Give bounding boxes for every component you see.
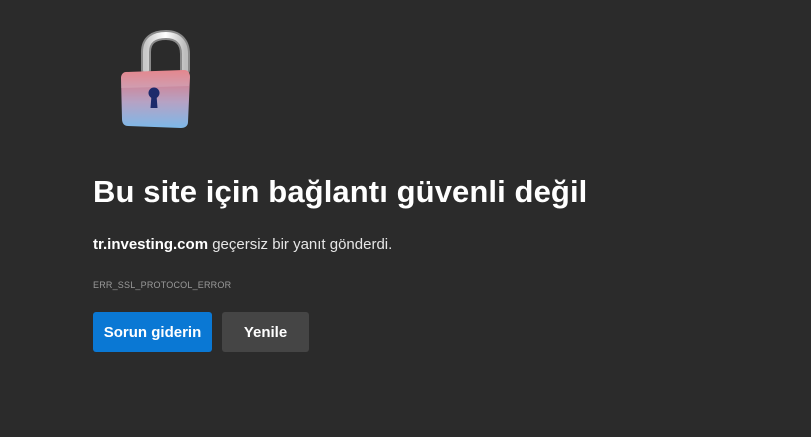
error-description: tr.investing.com geçersiz bir yanıt gönd… xyxy=(93,236,392,253)
error-page: Bu site için bağlantı güvenli değil tr.i… xyxy=(0,0,811,437)
reload-button[interactable]: Yenile xyxy=(222,312,309,352)
unlocked-padlock-icon xyxy=(121,30,190,128)
troubleshoot-button[interactable]: Sorun giderin xyxy=(93,312,212,352)
error-host: tr.investing.com xyxy=(93,236,209,253)
page-title: Bu site için bağlantı güvenli değil xyxy=(93,174,588,209)
error-code[interactable]: ERR_SSL_PROTOCOL_ERROR xyxy=(93,280,231,290)
error-message: geçersiz bir yanıt gönderdi. xyxy=(212,236,393,253)
